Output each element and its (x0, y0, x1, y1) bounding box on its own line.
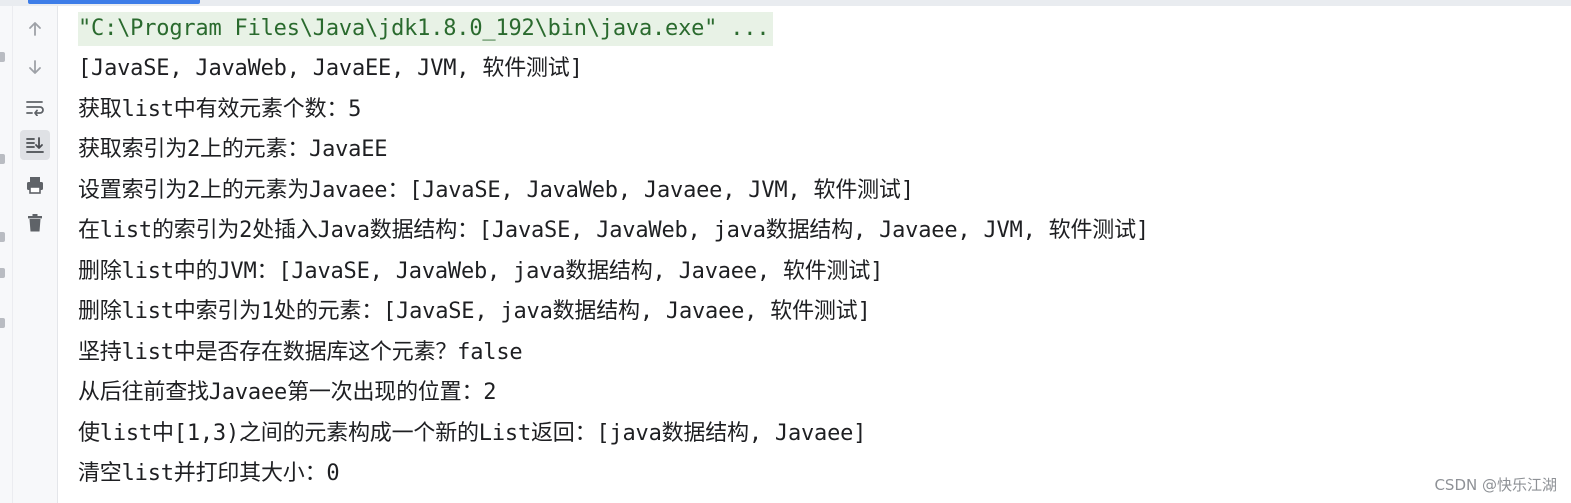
soft-wrap-icon (26, 101, 44, 116)
output-line: 在list的索引为2处插入Java数据结构：[JavaSE, JavaWeb, … (78, 218, 1149, 243)
scroll-to-end-icon (26, 137, 44, 153)
output-line: 从后往前查找Javaee第一次出现的位置：2 (78, 380, 497, 405)
soft-wrap-button[interactable] (20, 92, 50, 122)
run-tab-indicator (28, 0, 200, 4)
print-icon (27, 177, 43, 194)
watermark: CSDN @快乐江湖 (1434, 476, 1557, 494)
gutter-mark (0, 232, 5, 242)
gutter-mark (0, 318, 5, 328)
console-toolbar (13, 6, 58, 503)
output-line: 删除list中索引为1处的元素：[JavaSE, java数据结构, Javae… (78, 299, 871, 324)
console-output[interactable]: "C:\Program Files\Java\jdk1.8.0_192\bin\… (58, 6, 1571, 503)
output-line: 坚持list中是否存在数据库这个元素？false (78, 340, 523, 365)
scroll-to-end-button[interactable] (20, 130, 50, 160)
gutter-mark (0, 268, 5, 278)
trash-icon (28, 214, 42, 232)
left-gutter (0, 6, 13, 503)
print-button[interactable] (20, 170, 50, 200)
up-button[interactable] (20, 14, 50, 44)
clear-all-button[interactable] (20, 208, 50, 238)
arrow-down-icon (29, 60, 41, 74)
output-line: 使list中[1,3)之间的元素构成一个新的List返回：[java数据结构, … (78, 421, 867, 446)
command-line: "C:\Program Files\Java\jdk1.8.0_192\bin\… (78, 12, 774, 46)
gutter-mark (0, 52, 5, 62)
output-line: [JavaSE, JavaWeb, JavaEE, JVM, 软件测试] (78, 56, 583, 81)
output-line: 删除list中的JVM：[JavaSE, JavaWeb, java数据结构, … (78, 259, 884, 284)
output-line: 获取list中有效元素个数：5 (78, 97, 362, 122)
output-line: 清空list并打印其大小：0 (78, 461, 340, 486)
output-line: 获取索引为2上的元素：JavaEE (78, 137, 388, 162)
output-line: 设置索引为2上的元素为Javaee：[JavaSE, JavaWeb, Java… (78, 178, 914, 203)
arrow-up-icon (29, 22, 41, 36)
gutter-mark (0, 154, 5, 164)
down-button[interactable] (20, 52, 50, 82)
